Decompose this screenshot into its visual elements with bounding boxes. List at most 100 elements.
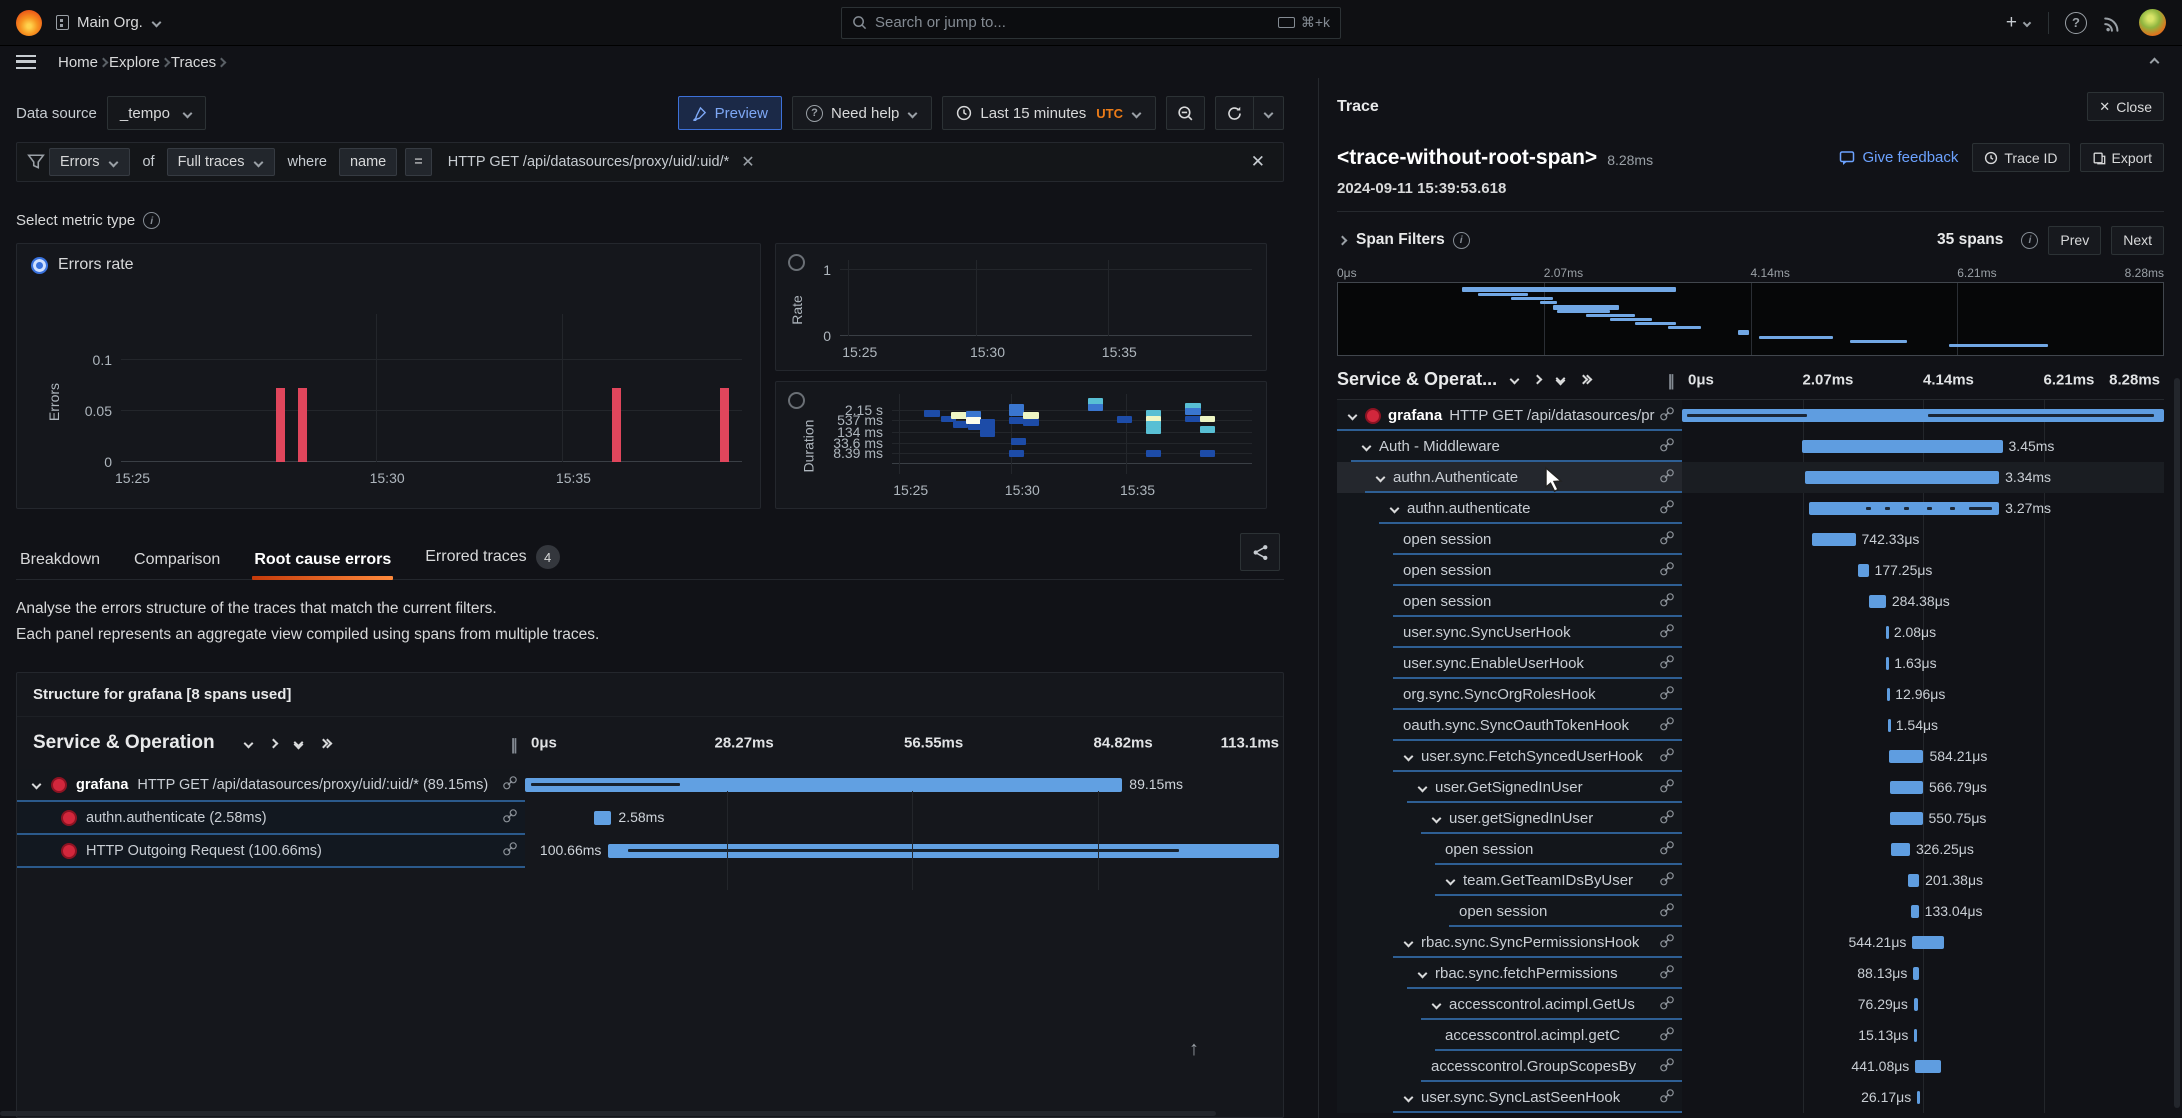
link-icon[interactable] <box>1660 624 1674 638</box>
link-icon[interactable] <box>503 809 517 823</box>
span-name[interactable]: user.sync.SyncLastSeenHook <box>1337 1082 1682 1113</box>
share-button[interactable] <box>1240 533 1280 571</box>
span-row[interactable]: user.getSignedInUser550.75μs <box>1337 803 2164 834</box>
span-filters-label[interactable]: Span Filters <box>1356 231 1445 249</box>
link-icon[interactable] <box>1660 686 1674 700</box>
link-icon[interactable] <box>1660 407 1674 421</box>
span-name[interactable]: user.sync.SyncUserHook <box>1337 617 1682 648</box>
span-duration-bar[interactable] <box>1914 998 1918 1011</box>
span-name[interactable]: open session <box>1337 555 1682 586</box>
chevron-down-icon[interactable] <box>1432 814 1442 824</box>
chevron-down-icon[interactable] <box>1348 411 1358 421</box>
span-duration-bar[interactable] <box>1908 874 1920 887</box>
filter-name-key[interactable]: name <box>339 148 397 176</box>
collapse-up-icon[interactable] <box>2150 57 2160 67</box>
span-duration-bar[interactable] <box>1891 843 1910 856</box>
span-name[interactable]: org.sync.SyncOrgRolesHook <box>1337 679 1682 710</box>
clear-filters-icon[interactable]: ✕ <box>1243 152 1273 172</box>
tab-errored-traces[interactable]: Errored traces4 <box>423 537 561 579</box>
prev-button[interactable]: Prev <box>2048 226 2101 255</box>
span-name[interactable]: accesscontrol.acimpl.GetUs <box>1337 989 1682 1020</box>
span-row[interactable]: oauth.sync.SyncOauthTokenHook1.54μs <box>1337 710 2164 741</box>
span-name[interactable]: accesscontrol.acimpl.getC <box>1337 1020 1682 1051</box>
breadcrumb-traces[interactable]: Traces <box>171 54 216 71</box>
link-icon[interactable] <box>1660 1089 1674 1103</box>
span-duration-bar[interactable] <box>608 844 1279 858</box>
link-icon[interactable] <box>1660 841 1674 855</box>
tab-root-cause-errors[interactable]: Root cause errors <box>252 543 393 579</box>
menu-icon[interactable] <box>16 55 36 69</box>
span-duration-bar[interactable] <box>1890 781 1923 794</box>
tab-comparison[interactable]: Comparison <box>132 543 222 579</box>
export-button[interactable]: Export <box>2080 143 2164 172</box>
collapse-all-icon[interactable] <box>293 739 304 748</box>
span-name[interactable]: user.GetSignedInUser <box>1337 772 1682 803</box>
user-avatar[interactable] <box>2139 9 2166 36</box>
vertical-scrollbar[interactable] <box>2174 378 2180 1108</box>
span-name[interactable]: open session <box>1337 586 1682 617</box>
help-icon[interactable]: ? <box>2065 12 2087 34</box>
tab-breakdown[interactable]: Breakdown <box>18 543 102 579</box>
link-icon[interactable] <box>1660 531 1674 545</box>
need-help-button[interactable]: ? Need help <box>792 96 932 130</box>
span-row[interactable]: authn.authenticate3.27ms <box>1337 493 2164 524</box>
chevron-down-icon[interactable] <box>1390 504 1400 514</box>
chevron-down-icon[interactable] <box>1404 752 1414 762</box>
column-resize-handle[interactable]: ∥ <box>511 736 520 754</box>
structure-row[interactable]: authn.authenticate (2.58ms)2.58ms <box>17 802 1283 835</box>
span-duration-bar[interactable] <box>1682 409 2164 422</box>
span-duration-bar[interactable] <box>1889 750 1923 763</box>
span-duration-bar[interactable] <box>1887 688 1890 701</box>
span-name[interactable]: user.sync.EnableUserHook <box>1337 648 1682 679</box>
span-duration-bar[interactable] <box>1914 1029 1917 1042</box>
span-name[interactable]: accesscontrol.GroupScopesBy <box>1337 1051 1682 1082</box>
span-filters-chevron-icon[interactable] <box>1338 235 1348 245</box>
span-row[interactable]: rbac.sync.fetchPermissions88.13μs <box>1337 958 2164 989</box>
span-row[interactable]: accesscontrol.GroupScopesBy441.08μs <box>1337 1051 2164 1082</box>
span-row[interactable]: org.sync.SyncOrgRolesHook12.96μs <box>1337 679 2164 710</box>
span-row[interactable]: accesscontrol.acimpl.GetUs76.29μs <box>1337 989 2164 1020</box>
span-duration-bar[interactable] <box>1913 967 1918 980</box>
link-icon[interactable] <box>1660 810 1674 824</box>
span-row[interactable]: user.GetSignedInUser566.79μs <box>1337 772 2164 803</box>
span-name[interactable]: team.GetTeamIDsByUser <box>1337 865 1682 896</box>
link-icon[interactable] <box>1660 996 1674 1010</box>
preview-button[interactable]: Preview <box>678 96 782 130</box>
span-name[interactable]: Auth - Middleware <box>1337 431 1682 462</box>
structure-span-name[interactable]: authn.authenticate (2.58ms) <box>17 802 525 835</box>
span-name[interactable]: open session <box>1337 524 1682 555</box>
span-row[interactable]: user.sync.FetchSyncedUserHook584.21μs <box>1337 741 2164 772</box>
chevron-down-icon[interactable] <box>1418 969 1428 979</box>
span-name[interactable]: rbac.sync.SyncPermissionsHook <box>1337 927 1682 958</box>
span-duration-bar[interactable] <box>1917 1091 1920 1104</box>
chevron-down-icon[interactable] <box>1418 783 1428 793</box>
grafana-logo-icon[interactable] <box>16 10 42 36</box>
link-icon[interactable] <box>503 776 517 790</box>
filter-value[interactable]: HTTP GET /api/datasources/proxy/uid/:uid… <box>448 154 730 170</box>
span-duration-bar[interactable] <box>1912 936 1944 949</box>
column-resize-handle[interactable]: ∥ <box>1668 372 1677 390</box>
span-name[interactable]: grafanaHTTP GET /api/datasources/pr <box>1337 400 1682 431</box>
span-duration-bar[interactable] <box>1805 471 1999 484</box>
zoom-out-button[interactable] <box>1166 96 1205 130</box>
span-row[interactable]: open session742.33μs <box>1337 524 2164 555</box>
rate-radio[interactable] <box>788 254 805 271</box>
org-chevron-down-icon[interactable] <box>151 18 161 28</box>
time-range-picker[interactable]: Last 15 minutesUTC <box>942 96 1156 130</box>
chevron-down-icon[interactable] <box>32 780 42 790</box>
span-duration-bar[interactable] <box>1888 719 1891 732</box>
link-icon[interactable] <box>1660 562 1674 576</box>
span-duration-bar[interactable] <box>1890 812 1922 825</box>
link-icon[interactable] <box>1660 1058 1674 1072</box>
span-duration-bar[interactable] <box>1858 564 1869 577</box>
link-icon[interactable] <box>1660 934 1674 948</box>
expand-all-icon[interactable] <box>1578 376 1593 383</box>
expand-one-icon[interactable] <box>268 738 278 748</box>
link-icon[interactable] <box>1660 717 1674 731</box>
chevron-down-icon[interactable] <box>1362 442 1372 452</box>
trace-id-button[interactable]: Trace ID <box>1972 143 2069 172</box>
chevron-down-icon[interactable] <box>1404 938 1414 948</box>
explore-scrollbar[interactable] <box>0 1111 1216 1116</box>
datasource-picker[interactable]: _tempo <box>107 96 206 130</box>
structure-span-name[interactable]: HTTP Outgoing Request (100.66ms) <box>17 835 525 868</box>
